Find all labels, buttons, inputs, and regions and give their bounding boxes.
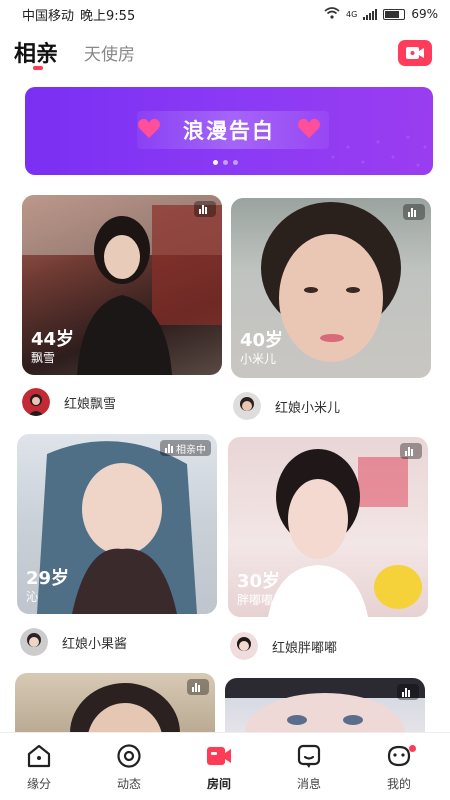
matchmaker-row[interactable]: 红娘小米儿 xyxy=(233,392,340,420)
card-nickname: 沁 xyxy=(26,590,39,604)
avatar xyxy=(233,392,261,420)
message-icon xyxy=(297,744,321,768)
live-status: 相亲中 xyxy=(176,444,206,456)
card-nickname: 小米儿 xyxy=(240,352,277,366)
nav-yuanfen[interactable]: 缘分 xyxy=(9,743,69,792)
live-indicator xyxy=(194,201,216,217)
nav-fangjian[interactable]: 房间 xyxy=(189,743,249,792)
card-age: 40岁 xyxy=(240,330,284,351)
battery-level: 69% xyxy=(411,7,438,21)
matchmaker-name: 红娘小果酱 xyxy=(62,636,128,652)
signal-icon xyxy=(363,8,378,20)
tab-xiangqin[interactable]: 相亲 xyxy=(14,36,58,68)
matchmaker-name: 红娘飘雪 xyxy=(64,396,117,412)
nav-label: 动态 xyxy=(116,777,141,791)
status-bar: 中国移动 晚上9:55 4G 69% xyxy=(0,0,450,28)
card-nickname: 飘雪 xyxy=(31,351,56,365)
matchmaker-name: 红娘小米儿 xyxy=(275,400,341,416)
clock: 晚上9:55 xyxy=(80,8,136,24)
bottom-nav: 缘分 动态 房间 消息 我的 xyxy=(0,732,450,800)
nav-wode[interactable]: 我的 xyxy=(369,743,429,792)
nav-label: 我的 xyxy=(386,777,411,791)
matchmaker-row[interactable]: 红娘胖嘟嘟 xyxy=(230,632,337,660)
carousel-dot xyxy=(212,160,218,165)
carrier: 中国移动 xyxy=(22,8,75,24)
live-indicator xyxy=(397,684,419,700)
matchmaker-row[interactable]: 红娘小果酱 xyxy=(20,628,127,656)
live-indicator xyxy=(403,204,425,220)
room-card[interactable]: 30岁 胖嘟嘟 xyxy=(228,437,428,617)
tab-indicator xyxy=(33,66,43,70)
notification-badge xyxy=(409,745,416,752)
room-card[interactable]: 44岁 飘雪 xyxy=(22,195,222,375)
house-icon xyxy=(27,744,51,768)
circle-target-icon xyxy=(117,744,141,768)
avatar xyxy=(230,632,258,660)
card-age: 30岁 xyxy=(237,571,281,592)
top-nav: 相亲 天使房 xyxy=(0,34,450,74)
nav-label: 房间 xyxy=(206,777,231,791)
network-type: 4G xyxy=(346,9,358,19)
nav-dongtai[interactable]: 动态 xyxy=(99,743,159,792)
room-card[interactable]: 40岁 小米儿 xyxy=(231,198,431,378)
matchmaker-name: 红娘胖嘟嘟 xyxy=(272,640,338,656)
live-indicator xyxy=(400,443,422,459)
matchmaker-row[interactable]: 红娘飘雪 xyxy=(22,388,116,416)
avatar xyxy=(22,388,50,416)
card-age: 29岁 xyxy=(26,568,70,589)
card-nickname: 胖嘟嘟 xyxy=(237,593,274,607)
tab-tianshifang[interactable]: 天使房 xyxy=(84,40,135,65)
battery-icon xyxy=(383,8,406,20)
live-indicator: 相亲中 xyxy=(160,440,211,456)
room-card[interactable]: 相亲中 29岁 沁 xyxy=(17,434,217,614)
avatar xyxy=(20,628,48,656)
carousel-dots xyxy=(0,160,450,165)
card-age: 44岁 xyxy=(31,329,75,350)
carousel-dot xyxy=(232,160,238,165)
start-live-button[interactable] xyxy=(398,40,432,66)
video-camera-icon xyxy=(207,747,231,765)
wifi-icon xyxy=(324,6,340,22)
nav-xiaoxi[interactable]: 消息 xyxy=(279,743,339,792)
nav-label: 缘分 xyxy=(26,777,51,791)
live-indicator xyxy=(187,679,209,695)
nav-label: 消息 xyxy=(296,777,321,791)
carousel-dot xyxy=(222,160,228,165)
video-camera-icon xyxy=(406,47,424,59)
